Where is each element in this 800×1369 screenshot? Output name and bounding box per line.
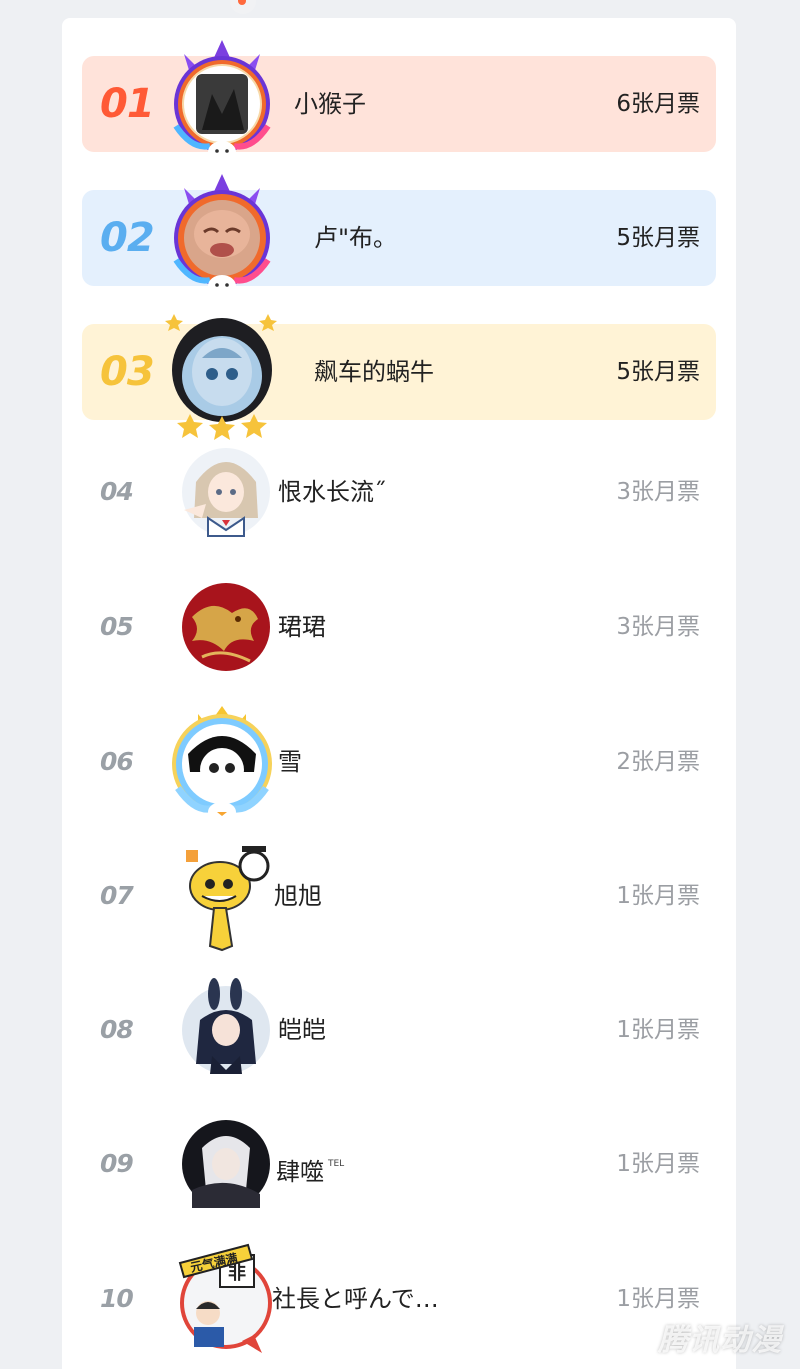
ranking-row-1[interactable]: 01 小猴子 6张月票 bbox=[82, 40, 716, 163]
ticket-count: 5张月票 bbox=[616, 359, 700, 385]
avatar-bunny-girl-icon[interactable] bbox=[162, 960, 282, 1100]
rank-number: 06 bbox=[100, 747, 134, 776]
avatar-penguin-frame-icon[interactable] bbox=[162, 302, 282, 442]
rank-number: 08 bbox=[100, 1015, 134, 1044]
rank-number: 02 bbox=[100, 215, 155, 261]
user-name-text: 肆噬 bbox=[276, 1158, 324, 1186]
avatar-sign-text: 非 bbox=[228, 1262, 246, 1284]
user-name: 珺珺 bbox=[278, 613, 326, 641]
ticket-count: 1张月票 bbox=[616, 883, 700, 909]
tencent-comic-watermark: 腾讯动漫 bbox=[658, 1323, 782, 1358]
avatar-yellow-mascot-icon[interactable] bbox=[162, 826, 282, 966]
avatar-anime-girl-icon[interactable] bbox=[162, 422, 282, 562]
ranking-row-10[interactable]: 10 元气满满 非 社長と呼んで… 1张月票 bbox=[82, 1243, 716, 1353]
user-name: 皑皑 bbox=[278, 1016, 326, 1044]
rank-number: 10 bbox=[100, 1284, 134, 1313]
user-name: 肆噬 TEL bbox=[276, 1116, 344, 1212]
avatar-white-hair-icon[interactable] bbox=[162, 1094, 282, 1234]
ranking-row-3[interactable]: 03 飙车的蜗牛 5张月票 bbox=[82, 314, 716, 440]
ranking-row-5[interactable]: 05 珺珺 3张月票 bbox=[82, 579, 716, 675]
ticket-count: 2张月票 bbox=[616, 749, 700, 775]
ranking-list: 01 小猴子 6张月票 02 卢"布。 5张月票 03 飙车的蜗牛 5张月票 0… bbox=[62, 18, 736, 1369]
rank-number: 03 bbox=[100, 349, 155, 395]
ranking-row-6[interactable]: 06 雪 2张月票 bbox=[82, 706, 716, 822]
ticket-count: 6张月票 bbox=[616, 91, 700, 117]
rank-number: 01 bbox=[100, 81, 155, 127]
user-name: 飙车的蜗牛 bbox=[314, 358, 434, 386]
ranking-row-9[interactable]: 09 肆噬 TEL 1张月票 bbox=[82, 1116, 716, 1212]
monthly-ticket-ranking-card: 01 小猴子 6张月票 02 卢"布。 5张月票 03 飙车的蜗牛 5张月票 0… bbox=[62, 18, 736, 1369]
ticket-count: 3张月票 bbox=[616, 614, 700, 640]
avatar-badge-frame-icon[interactable]: 元气满满 非 bbox=[162, 1229, 282, 1369]
user-name: 小猴子 bbox=[294, 90, 366, 118]
user-name-superscript: TEL bbox=[328, 1159, 345, 1169]
rank-number: 04 bbox=[100, 477, 134, 506]
ranking-row-2[interactable]: 02 卢"布。 5张月票 bbox=[82, 174, 716, 297]
ticket-count: 5张月票 bbox=[616, 225, 700, 251]
ranking-row-4[interactable]: 04 恨水长流˝ 3张月票 bbox=[82, 444, 716, 540]
ticket-count: 3张月票 bbox=[616, 479, 700, 505]
ticket-count: 1张月票 bbox=[616, 1151, 700, 1177]
avatar-dragon-frame-icon[interactable] bbox=[162, 34, 282, 174]
user-name: 社長と呼んで… bbox=[272, 1285, 439, 1313]
avatar-dragon-frame-icon[interactable] bbox=[162, 168, 282, 308]
avatar-crown-frame-icon[interactable] bbox=[162, 692, 282, 832]
user-name: 恨水长流˝ bbox=[278, 478, 386, 506]
rank-number: 09 bbox=[100, 1149, 134, 1178]
top-handle bbox=[230, 0, 256, 14]
ticket-count: 1张月票 bbox=[616, 1017, 700, 1043]
rank-number: 05 bbox=[100, 612, 134, 641]
ranking-row-7[interactable]: 07 旭旭 1张月票 bbox=[82, 846, 716, 952]
rank-number: 07 bbox=[100, 881, 134, 910]
avatar-gold-dragon-icon[interactable] bbox=[162, 557, 282, 697]
ranking-row-8[interactable]: 08 皑皑 1张月票 bbox=[82, 978, 716, 1078]
user-name: 卢"布。 bbox=[314, 224, 398, 252]
user-name: 雪 bbox=[278, 748, 302, 776]
user-name: 旭旭 bbox=[274, 882, 322, 910]
